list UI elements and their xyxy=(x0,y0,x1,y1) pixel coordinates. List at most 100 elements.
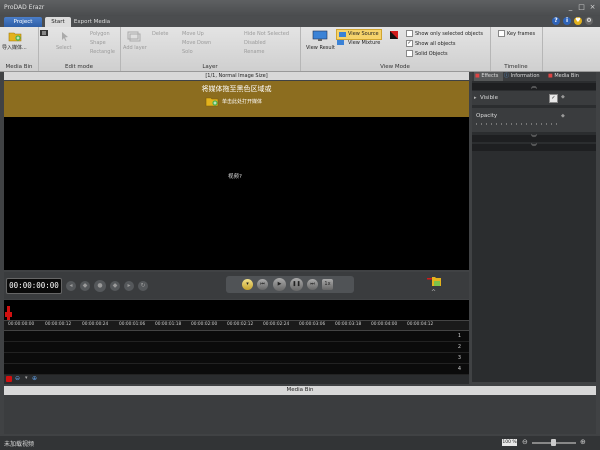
open-folder-icon[interactable] xyxy=(205,95,219,107)
mark-in-icon[interactable]: ▾ xyxy=(242,279,253,290)
move-down-button[interactable]: Move Down xyxy=(182,40,211,46)
zoom-slider-thumb[interactable] xyxy=(551,439,556,446)
timecode-display: 00:00:00:00 xyxy=(6,278,62,294)
ruler-tick: 00:00:02:12 xyxy=(227,322,254,327)
zoom-value[interactable]: 100 % xyxy=(502,439,517,446)
view-result-button[interactable]: View Result xyxy=(306,45,335,51)
select-button[interactable]: Select xyxy=(56,45,71,51)
show-all-label: Show all objects xyxy=(415,41,456,47)
drop-zone[interactable]: 将媒体拖至黑色区域或 单击此处打开媒体 xyxy=(4,81,469,117)
key-toggle-icon[interactable]: ● xyxy=(94,280,106,292)
ribbon-group-media-bin: 导入媒体... Media Bin xyxy=(0,27,48,71)
help-icon[interactable]: ? xyxy=(552,17,560,25)
open-media-link[interactable]: 单击此处打开媒体 xyxy=(222,98,262,105)
time-ruler[interactable]: 00:00:00:00 00:00:00:12 00:00:00:24 00:0… xyxy=(4,320,469,331)
settings-icon[interactable]: ⚙ xyxy=(585,17,593,25)
zoom-plus-icon[interactable]: ⊕ xyxy=(580,438,586,446)
shape-button[interactable]: Shape xyxy=(90,40,106,46)
key-frames-checkbox[interactable]: Key frames xyxy=(498,30,535,37)
zoom-arrow-icon[interactable]: ▾ xyxy=(25,375,28,381)
show-all-checkbox[interactable]: ✓ Show all objects xyxy=(406,40,456,47)
timeline-track[interactable]: 4 xyxy=(4,364,469,375)
solid-objects-checkbox[interactable]: Solid Objects xyxy=(406,50,448,57)
color-swatch-icon[interactable] xyxy=(390,31,398,39)
preview-header: [1/1, Normal Image Size] xyxy=(4,72,469,80)
zoom-minus-icon[interactable]: ⊖ xyxy=(522,438,528,446)
timeline-track[interactable]: 2 xyxy=(4,342,469,353)
close-button[interactable]: × xyxy=(588,3,597,12)
track-number: 2 xyxy=(457,344,461,350)
timeline-track[interactable]: 1 xyxy=(4,331,469,342)
tab-start[interactable]: Start xyxy=(45,17,71,27)
show-only-selected-checkbox[interactable]: Show only selected objects xyxy=(406,30,483,37)
tab-effects[interactable]: ■ Effects xyxy=(474,72,503,81)
track-number: 3 xyxy=(457,355,461,361)
loop-icon[interactable]: ↻ xyxy=(138,281,148,291)
import-media-button[interactable]: 导入媒体... xyxy=(2,44,27,51)
ruler-tick: 00:00:04:12 xyxy=(407,322,434,327)
move-up-button[interactable]: Move Up xyxy=(182,31,204,37)
solo-button[interactable]: Solo xyxy=(182,49,193,55)
playhead-handle-icon[interactable] xyxy=(5,312,12,317)
collapse-down-icon[interactable]: ︾ xyxy=(472,135,596,142)
tab-information[interactable]: ⓘ Information xyxy=(504,72,540,81)
polygon-button[interactable]: Polygon xyxy=(90,31,110,37)
tab-project[interactable]: Project xyxy=(4,17,42,27)
ruler-tick: 00:00:02:24 xyxy=(263,322,290,327)
timeline-footer: ⊖ ▾ ⊕ xyxy=(4,375,469,384)
remove-key-icon[interactable]: ◆ xyxy=(110,281,120,291)
visible-arrow-icon[interactable]: ▸ xyxy=(474,95,477,101)
add-layer-button[interactable]: Add layer xyxy=(123,45,147,51)
info-icon[interactable]: i xyxy=(563,17,571,25)
timeline-track[interactable]: 3 xyxy=(4,353,469,364)
timeline[interactable]: 00:00:00:00 00:00:00:12 00:00:00:24 00:0… xyxy=(4,300,469,384)
view-source-button[interactable]: View Source xyxy=(336,29,382,40)
opacity-key-icon[interactable]: ◆ xyxy=(561,113,565,119)
play-icon[interactable]: ▶ xyxy=(273,278,286,291)
marker-icon[interactable] xyxy=(6,376,12,382)
media-bin-header: Media Bin xyxy=(4,386,596,395)
rectangle-button[interactable]: Rectangle xyxy=(90,49,115,55)
prev-key-icon[interactable]: ◂ xyxy=(66,281,76,291)
collapse-up-icon[interactable]: ︽ xyxy=(472,83,596,90)
zoom-out-icon[interactable]: ⊖ xyxy=(15,375,20,382)
zoom-in-icon[interactable]: ⊕ xyxy=(32,375,37,382)
disabled-button[interactable]: Disabled xyxy=(244,40,266,46)
add-key-icon[interactable]: ◆ xyxy=(80,281,90,291)
go-end-icon[interactable]: ⏭ xyxy=(307,279,318,290)
collapse-down-icon[interactable]: ︾ xyxy=(472,144,596,151)
favorite-icon[interactable]: ♥ xyxy=(574,17,582,25)
view-source-icon xyxy=(339,32,346,37)
show-only-selected-check[interactable] xyxy=(406,30,413,37)
chevron-up-icon[interactable]: ^ xyxy=(431,289,436,296)
speed-button[interactable]: 1x xyxy=(322,279,333,290)
show-all-check[interactable]: ✓ xyxy=(406,40,413,47)
hide-not-selected-button[interactable]: Hide Not Selected xyxy=(244,31,289,37)
visible-checkbox[interactable]: ✓ xyxy=(549,94,558,103)
monitor-icon xyxy=(312,30,328,42)
next-key-icon[interactable]: ▸ xyxy=(124,281,134,291)
preview-area[interactable]: 将媒体拖至黑色区域或 单击此处打开媒体 视频? xyxy=(4,81,469,270)
minimize-button[interactable]: _ xyxy=(566,3,575,12)
view-mixture-icon xyxy=(337,40,344,45)
maximize-button[interactable]: □ xyxy=(577,3,586,12)
key-frames-check[interactable] xyxy=(498,30,505,37)
opacity-slider[interactable] xyxy=(476,123,560,125)
ruler-tick: 00:00:03:06 xyxy=(299,322,326,327)
ribbon-group-edit-mode: Select Polygon Shape Rectangle Edit mode xyxy=(38,27,121,71)
visible-key-icon[interactable]: ◆ xyxy=(561,94,565,100)
media-bin-panel[interactable]: Media Bin xyxy=(4,386,596,434)
view-mixture-button[interactable]: View Mixture xyxy=(348,40,380,46)
ruler-tick: 00:00:02:00 xyxy=(191,322,218,327)
solid-objects-check[interactable] xyxy=(406,50,413,57)
ruler-tick: 00:00:00:24 xyxy=(82,322,109,327)
tab-media-bin[interactable]: ■ Media Bin xyxy=(548,72,579,81)
go-start-icon[interactable]: ⏮ xyxy=(257,279,268,290)
pause-icon[interactable]: ❚❚ xyxy=(290,278,303,291)
folder-open-icon[interactable] xyxy=(427,276,441,286)
rename-button[interactable]: Rename xyxy=(244,49,265,55)
properties-panel: ■ Effects ⓘ Information ■ Media Bin ︽ ▸ … xyxy=(472,72,596,382)
tab-export-media[interactable]: Export Media xyxy=(73,17,111,27)
ribbon: 导入媒体... Media Bin Select Polygon Shape R… xyxy=(0,27,600,72)
delete-button[interactable]: Delete xyxy=(152,31,168,37)
